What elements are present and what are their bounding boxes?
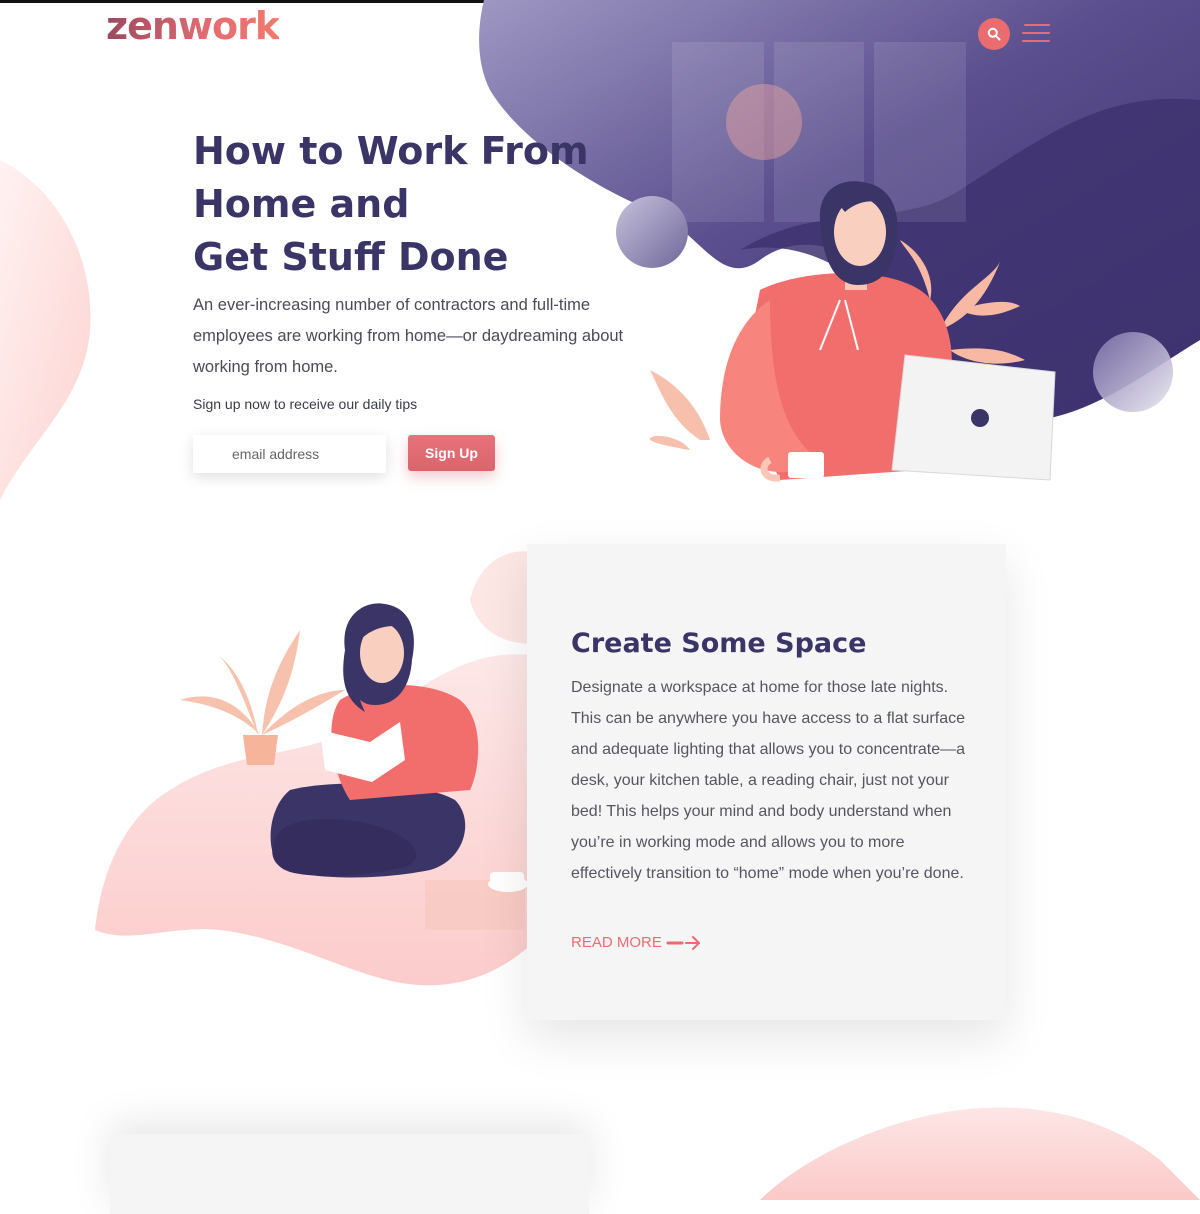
- hamburger-menu-button[interactable]: [1020, 22, 1050, 46]
- card-text: Designate a workspace at home for those …: [571, 679, 966, 882]
- logo[interactable]: zenwork: [106, 4, 280, 48]
- read-more-link[interactable]: READ MORE: [571, 934, 704, 951]
- feature-card: Create Some Space Designate a workspace …: [527, 544, 1006, 1020]
- sun-circle: [726, 84, 802, 160]
- hero-title-line-2: Home and: [193, 182, 410, 226]
- hamburger-menu-icon: [1024, 24, 1050, 26]
- search-button[interactable]: [978, 18, 1010, 50]
- email-input[interactable]: [193, 435, 386, 473]
- arrow-right-icon: [666, 935, 700, 950]
- next-feature-card: [110, 1134, 589, 1214]
- window-pane-3: [874, 42, 966, 222]
- signup-label: Sign up now to receive our daily tips: [193, 396, 418, 412]
- hero-title: How to Work From Home and Get Stuff Done: [193, 125, 613, 284]
- left-pink-blob: [0, 160, 91, 500]
- hero-title-line-3: Get Stuff Done: [193, 235, 509, 279]
- sign-up-button[interactable]: Sign Up: [408, 435, 495, 471]
- lavender-ball: [616, 196, 688, 268]
- card-title: Create Some Space: [571, 628, 867, 659]
- lavender-ball-right: [1093, 332, 1173, 412]
- hero-title-line-1: How to Work From: [193, 129, 589, 173]
- search-icon: [987, 27, 1001, 41]
- bottom-pink-blob: [760, 1107, 1200, 1200]
- read-more-label: READ MORE: [571, 934, 662, 951]
- hero-description: An ever-increasing number of contractors…: [193, 296, 624, 376]
